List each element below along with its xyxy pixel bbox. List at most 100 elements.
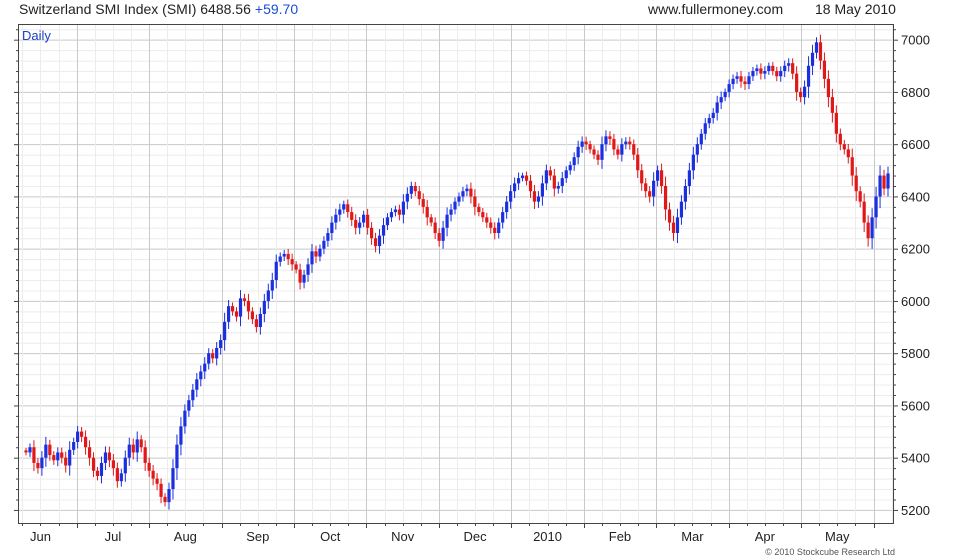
candle-body [385,217,390,226]
candle [60,447,64,464]
candle [516,172,521,190]
candle-body [691,154,695,171]
candle [127,437,131,466]
candle [119,468,123,487]
candle-body [131,444,135,453]
candle-body [846,149,850,158]
candle-body [588,144,592,150]
candle-body [183,410,187,427]
candle [830,88,834,123]
candlestick-chart: 5200 5400 5600 5800 6000 6200 6400 6600 6800 7000… [14,24,930,557]
candle [286,248,290,265]
candle-body [461,191,465,197]
candle [24,447,28,456]
candle [540,175,545,206]
candle [326,227,330,247]
candle [552,168,556,197]
candle-body [262,300,266,314]
y-tick-label: 6400 [901,189,930,204]
candle [699,129,703,150]
candle-body [743,81,747,85]
candle-body [739,76,743,82]
candle [592,145,596,160]
candle [207,348,211,370]
candle [278,252,282,267]
candle [369,222,374,245]
candle-body [592,149,596,155]
candle [628,136,632,150]
candle-body [656,170,660,181]
candle [421,193,425,214]
x-tick-label: 2010 [533,529,562,544]
candle-body [489,222,493,228]
candle [882,169,886,196]
candle-body [842,144,846,150]
candle-body [318,248,322,257]
y-tick-label: 7000 [901,33,930,48]
candle-body [457,196,461,202]
candle [254,314,258,333]
candle [719,91,723,109]
candle [659,163,664,194]
candle [751,66,755,82]
candle-body [278,256,282,262]
candle [56,447,60,467]
candle-body [675,217,680,234]
candle-body [40,457,44,469]
candle-body [286,253,290,260]
period-label: Daily [22,28,51,43]
candle [644,177,648,198]
candle-body [310,251,314,265]
candle-body [818,42,823,61]
candle-body [76,431,80,443]
candle [771,62,775,76]
candle [135,431,139,462]
candle-body [481,212,485,218]
candle-body [763,71,767,74]
candle-body [759,68,763,74]
candle-body [135,439,139,453]
candle [743,76,747,91]
candle [76,426,80,449]
candle [87,440,92,466]
candle [107,446,112,468]
candle-body [536,196,541,202]
candle-body [731,78,735,85]
candle [616,145,620,160]
candle [298,263,302,290]
candle-body [425,206,429,218]
y-tick-label: 6800 [901,85,930,100]
candle [242,293,247,307]
candle [512,177,517,199]
candle [481,208,485,223]
candle [64,451,68,473]
candle-body [433,222,437,234]
candle-body [628,141,632,145]
candle-body [306,264,310,275]
candle-body [48,444,52,456]
x-tick-label: Jul [105,529,122,544]
candle [580,136,584,153]
candle-body [699,133,703,145]
candle [695,137,699,163]
candle-body [465,188,469,192]
candle [604,130,608,152]
candle-body [103,452,108,463]
candle [302,269,306,289]
candle-body [564,170,568,179]
candle-body [783,65,787,72]
candle [755,64,759,76]
candle-body [667,209,672,223]
candle-body [219,340,223,348]
candle-body [632,144,636,155]
candle-body [215,347,219,359]
candle-body [663,185,668,210]
candle-body [695,144,699,155]
candle-body [791,63,795,74]
candle [143,440,147,471]
candle [612,133,616,156]
candle-body [362,214,366,223]
candle-body [540,183,545,197]
candle-body [544,170,548,184]
candle-body [302,274,306,283]
